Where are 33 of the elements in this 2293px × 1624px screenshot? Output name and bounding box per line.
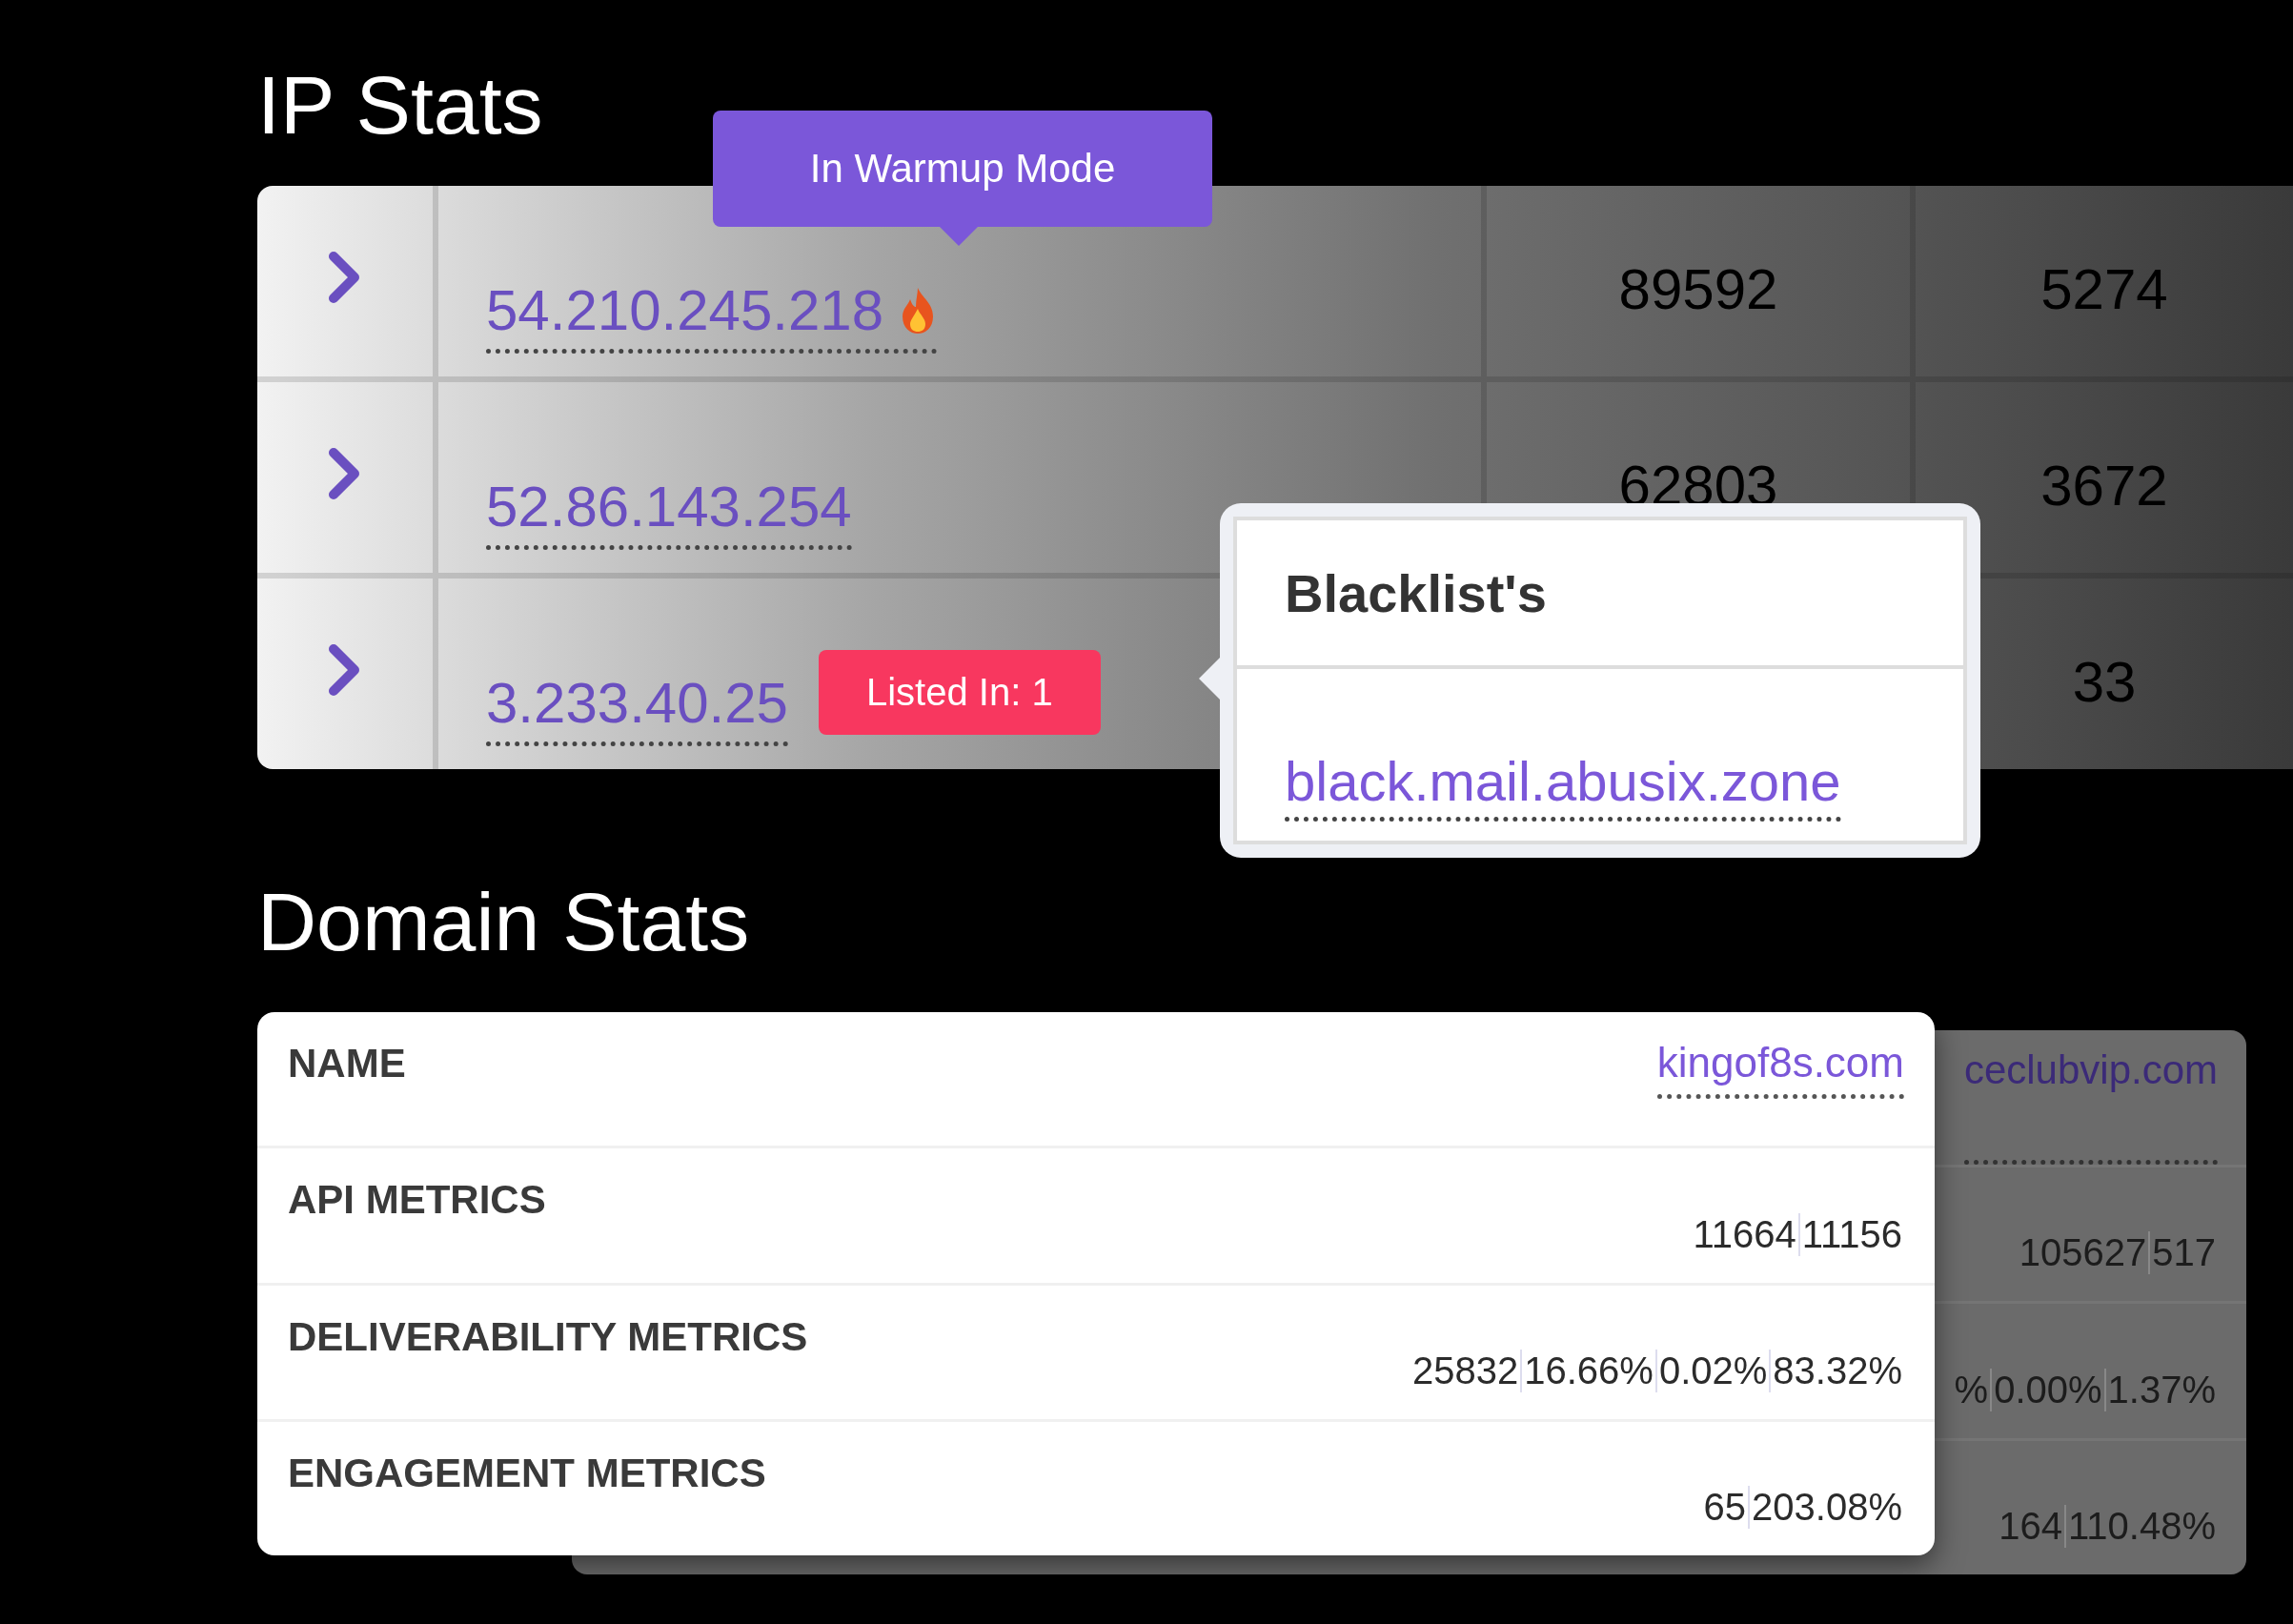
table-cell: 3672 — [2040, 452, 2168, 518]
metric-value: 164 — [1998, 1505, 2064, 1548]
metric-value: 25832 — [1411, 1349, 1520, 1392]
metric-value: 105627 — [2018, 1231, 2148, 1274]
ip-link[interactable]: 52.86.143.254 — [486, 474, 852, 550]
table-cell: 5274 — [2040, 255, 2168, 322]
row-label: API METRICS — [288, 1176, 546, 1225]
popover-title: Blacklist's — [1233, 517, 1967, 669]
table-cell: 33 — [2072, 648, 2137, 715]
row-label: DELIVERABILITY METRICS — [288, 1312, 808, 1361]
metric-value: 0.00% — [1990, 1368, 2104, 1411]
metric-value: 0.02% — [1654, 1349, 1770, 1392]
metric-value: 110.48% — [2064, 1505, 2218, 1548]
row-label: ENGAGEMENT METRICS — [288, 1449, 766, 1497]
row-label: NAME — [288, 1040, 406, 1087]
section-title: Domain Stats — [257, 875, 751, 969]
metric-value: 83.32% — [1769, 1349, 1904, 1392]
metric-value: 16.66% — [1520, 1349, 1655, 1392]
metric-value: 65 — [1702, 1486, 1748, 1529]
metric-value: 11664 — [1692, 1212, 1797, 1256]
ip-link[interactable]: 3.233.40.25 — [486, 670, 788, 746]
listed-badge: Listed In: 1 — [818, 650, 1101, 735]
section-title: IP Stats — [257, 58, 544, 152]
table-cell: 89592 — [1618, 255, 1778, 322]
ip-link[interactable]: 54.210.245.218 — [486, 277, 938, 354]
metric-value: 517 — [2148, 1231, 2218, 1274]
metric-value: 1.37% — [2103, 1368, 2218, 1411]
metric-value: % — [1953, 1368, 1990, 1411]
domain-link[interactable]: kingof8s.com — [1656, 1039, 1904, 1099]
domain-link[interactable]: ceclubvip.com — [1963, 1047, 2218, 1165]
tooltip-arrow-icon — [940, 227, 978, 246]
metric-value: 11156 — [1797, 1212, 1904, 1256]
metric-value: 203.08% — [1748, 1486, 1904, 1529]
